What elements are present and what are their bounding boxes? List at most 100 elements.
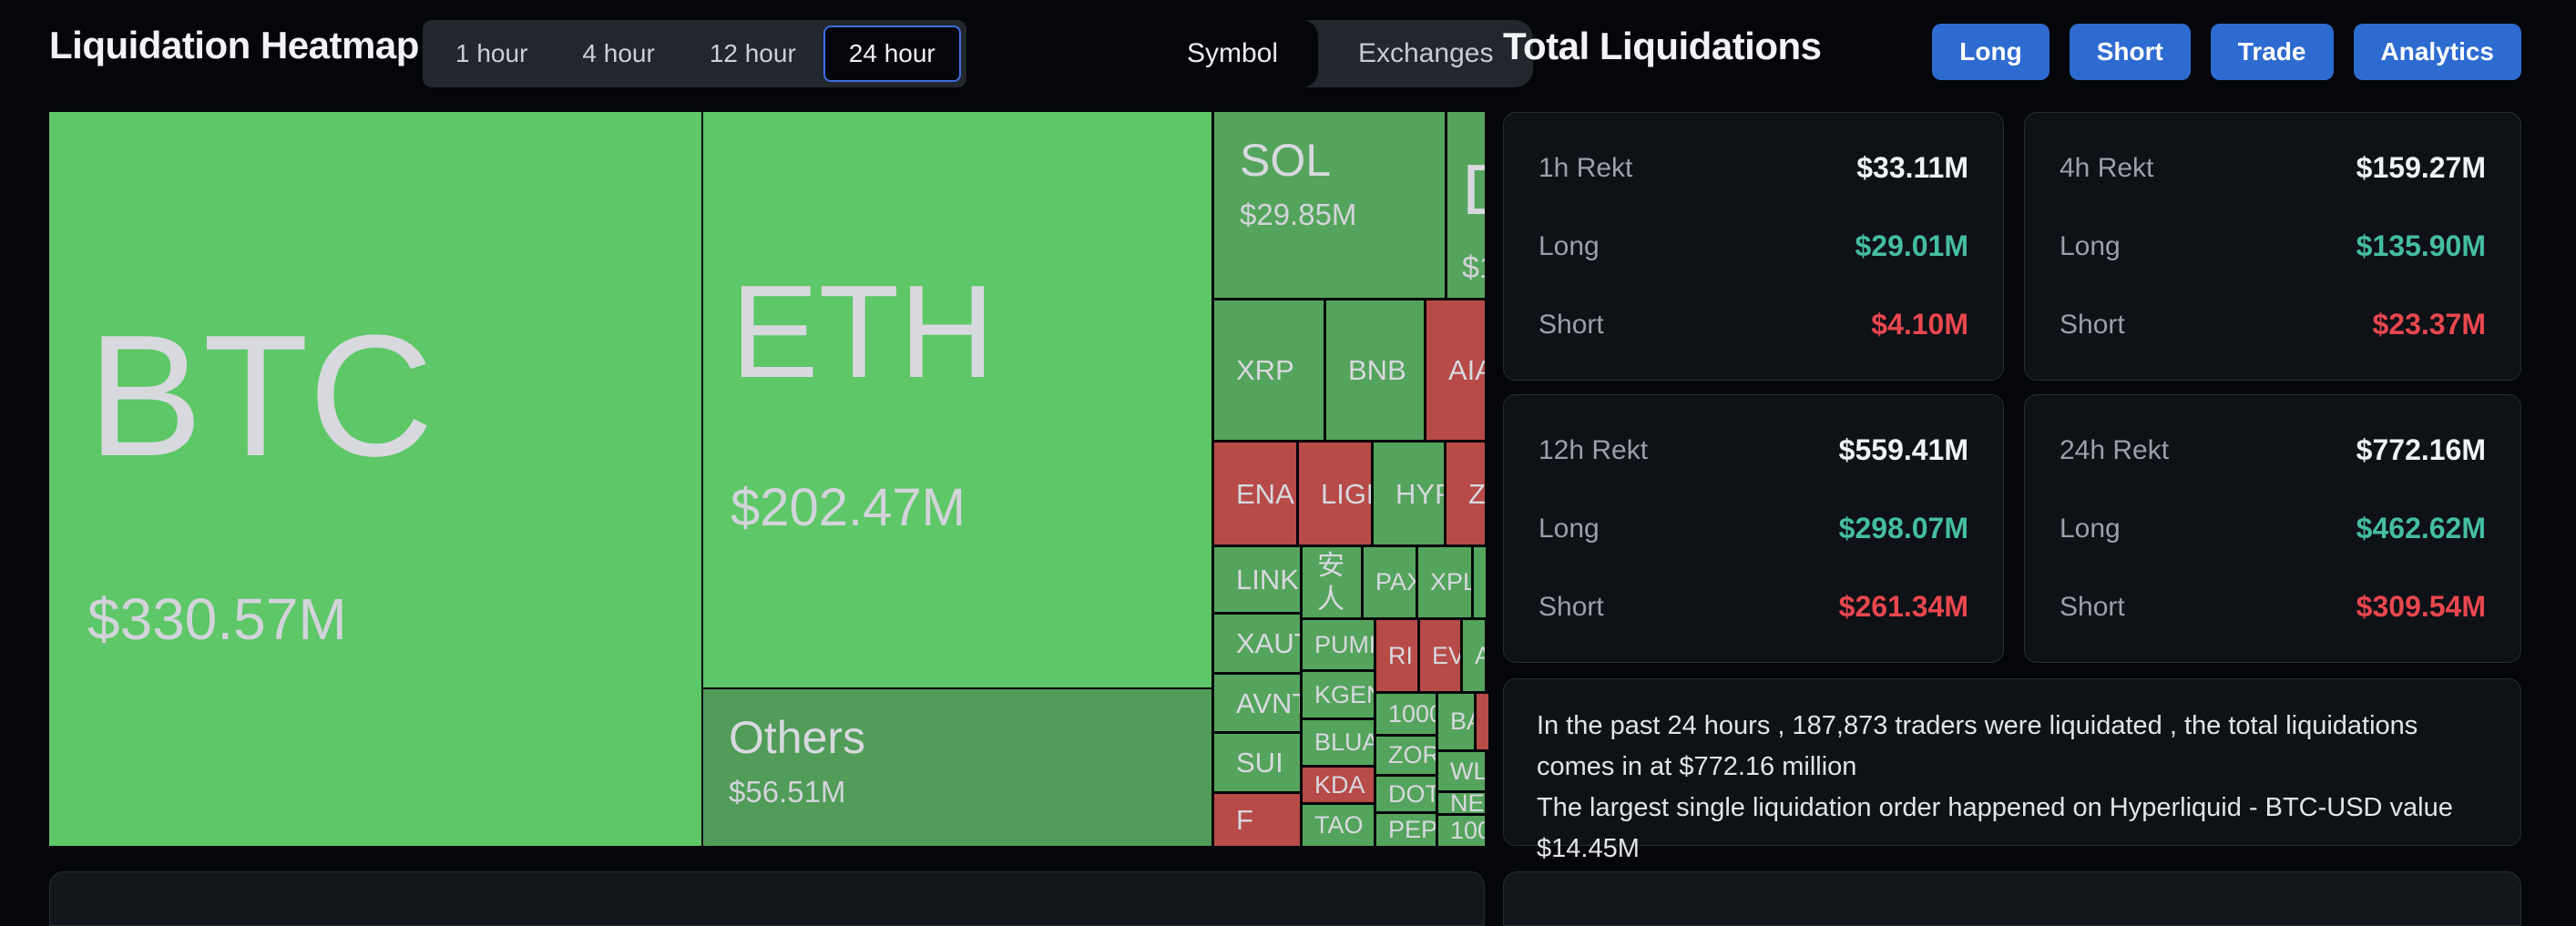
tab-12-hour[interactable]: 12 hour bbox=[682, 20, 823, 87]
tile-ena[interactable]: ENA bbox=[1214, 443, 1296, 544]
total-value: $559.41M bbox=[1838, 433, 1968, 466]
tab-4-hour[interactable]: 4 hour bbox=[555, 20, 681, 87]
tile-others[interactable]: Others $56.51M bbox=[703, 689, 1211, 846]
short-row: Short $309.54M bbox=[2060, 590, 2486, 624]
tile-pump[interactable]: PUMP bbox=[1303, 620, 1374, 669]
tile-ba[interactable]: BA bbox=[1438, 694, 1474, 749]
tile-d[interactable]: D $1 bbox=[1447, 112, 1485, 298]
period-label: 1h Rekt bbox=[1538, 152, 1633, 183]
tile-100[interactable]: 100 bbox=[1438, 816, 1485, 846]
tile-symbol-label: BLUA bbox=[1314, 728, 1374, 756]
tile-tao[interactable]: TAO bbox=[1303, 805, 1374, 846]
tile-f[interactable]: F bbox=[1214, 794, 1300, 846]
rekt-card-12h: 12h Rekt $559.41M Long $298.07M Short $261.34… bbox=[1503, 394, 2004, 663]
tile-blua[interactable]: BLUA bbox=[1303, 720, 1374, 765]
tile-value-label: $56.51M bbox=[729, 775, 846, 809]
rekt-card-4h: 4h Rekt $159.27M Long $135.90M Short $23.37M bbox=[2024, 112, 2521, 381]
rekt-stats-grid: 1h Rekt $33.11M Long $29.01M Short $4.10M 4h R… bbox=[1503, 112, 2521, 663]
tile-symbol-label: ETH bbox=[731, 257, 995, 405]
tile-symbol-label: RI bbox=[1388, 641, 1413, 669]
tile-symbol-label: F bbox=[1236, 804, 1253, 836]
tile-dot[interactable]: DOT bbox=[1376, 777, 1436, 811]
tile-symbol-label: KDA bbox=[1314, 770, 1365, 799]
long-value: $462.62M bbox=[2356, 512, 2486, 544]
tile-zor[interactable]: ZOR bbox=[1376, 737, 1436, 774]
tile-value-label: $202.47M bbox=[731, 477, 966, 537]
tile-pep[interactable]: PEP bbox=[1376, 814, 1436, 846]
toggle-symbol[interactable]: Symbol bbox=[1147, 20, 1319, 87]
long-row: Long $135.90M bbox=[2060, 229, 2486, 263]
tile-sliver[interactable] bbox=[1477, 694, 1488, 749]
toggle-exchanges[interactable]: Exchanges bbox=[1318, 20, 1533, 87]
short-value: $23.37M bbox=[2372, 308, 2486, 341]
symbol-exchanges-toggle: Symbol Exchanges bbox=[1147, 20, 1534, 87]
tile-安-人[interactable]: 安 人 bbox=[1303, 547, 1361, 617]
tile-link[interactable]: LINK bbox=[1214, 547, 1300, 612]
tile-symbol-label: WL bbox=[1450, 757, 1485, 785]
tile-kgen[interactable]: KGEN bbox=[1303, 672, 1374, 717]
tile-xpl[interactable]: XPL bbox=[1418, 547, 1471, 617]
tile-symbol-label: TAO bbox=[1314, 811, 1364, 839]
tile-btc[interactable]: BTC $330.57M bbox=[49, 112, 701, 846]
short-label: Short bbox=[2060, 591, 2125, 622]
liquidation-treemap: BTC $330.57M ETH $202.47M Others $56.51M SOL $2… bbox=[49, 112, 1488, 846]
tile-value-label: $330.57M bbox=[87, 586, 347, 652]
rekt-card-24h: 24h Rekt $772.16M Long $462.62M Short $309.54… bbox=[2024, 394, 2521, 663]
total-value: $33.11M bbox=[1856, 151, 1968, 184]
tile-symbol-label: XAUT bbox=[1236, 627, 1300, 659]
rekt-card-1h: 1h Rekt $33.11M Long $29.01M Short $4.10M bbox=[1503, 112, 2004, 381]
tile-ev[interactable]: EV bbox=[1420, 620, 1460, 691]
page-title: Liquidation Heatmap bbox=[49, 24, 419, 66]
tab-24-hour[interactable]: 24 hour bbox=[823, 25, 961, 82]
total-value: $159.27M bbox=[2356, 151, 2486, 184]
tile-symbol-label: PAX bbox=[1375, 568, 1416, 595]
long-value: $298.07M bbox=[1838, 512, 1968, 544]
tile-sliver[interactable] bbox=[1474, 547, 1486, 617]
tile-symbol-label: AVNT bbox=[1236, 687, 1300, 719]
short-button[interactable]: Short bbox=[2069, 24, 2191, 80]
long-value: $29.01M bbox=[1855, 229, 1968, 262]
tile-symbol-label: ZE bbox=[1468, 477, 1485, 510]
tile-xaut[interactable]: XAUT bbox=[1214, 615, 1300, 672]
total-value: $772.16M bbox=[2356, 433, 2486, 466]
long-row: Long $462.62M bbox=[2060, 512, 2486, 545]
tile-symbol-label: BNB bbox=[1348, 354, 1406, 386]
tile-ne[interactable]: NE bbox=[1438, 793, 1485, 813]
tile-symbol-label: XRP bbox=[1236, 354, 1294, 386]
tile-symbol-label: ENA bbox=[1236, 477, 1294, 510]
tile-ze[interactable]: ZE bbox=[1446, 443, 1485, 544]
long-label: Long bbox=[1538, 513, 1600, 544]
tile-value-label: $29.85M bbox=[1240, 198, 1357, 231]
long-row: Long $298.07M bbox=[1538, 512, 1968, 545]
tile-xrp[interactable]: XRP bbox=[1214, 300, 1324, 440]
long-label: Long bbox=[1538, 230, 1600, 261]
short-label: Short bbox=[1538, 591, 1604, 622]
analytics-button[interactable]: Analytics bbox=[2353, 24, 2521, 80]
tile-sol[interactable]: SOL $29.85M bbox=[1214, 112, 1445, 298]
tile-light[interactable]: LIGHT bbox=[1299, 443, 1371, 544]
short-value: $309.54M bbox=[2356, 590, 2486, 623]
tile-wl[interactable]: WL bbox=[1438, 752, 1485, 790]
tile-bnb[interactable]: BNB bbox=[1326, 300, 1424, 440]
tile-value-label: $1 bbox=[1462, 250, 1485, 285]
tile-symbol-label: 100 bbox=[1450, 817, 1485, 844]
short-row: Short $4.10M bbox=[1538, 308, 1968, 341]
tile-ri[interactable]: RI bbox=[1376, 620, 1417, 691]
tile-hype[interactable]: HYPE bbox=[1374, 443, 1444, 544]
tile-kda[interactable]: KDA bbox=[1303, 768, 1374, 802]
tile-aia[interactable]: AIA bbox=[1426, 300, 1485, 440]
tile-pax[interactable]: PAX bbox=[1364, 547, 1416, 617]
tab-1-hour[interactable]: 1 hour bbox=[428, 20, 555, 87]
tile-avnt[interactable]: AVNT bbox=[1214, 675, 1300, 731]
tile-1000[interactable]: 1000 bbox=[1376, 694, 1436, 734]
long-label: Long bbox=[2060, 230, 2121, 261]
long-label: Long bbox=[2060, 513, 2121, 544]
bottom-panel-left-edge bbox=[49, 871, 1485, 926]
tile-eth[interactable]: ETH $202.47M bbox=[703, 112, 1211, 687]
period-row: 12h Rekt $559.41M bbox=[1538, 433, 1968, 467]
trade-button[interactable]: Trade bbox=[2210, 24, 2334, 80]
tile-a[interactable]: A bbox=[1463, 620, 1485, 691]
tile-sui[interactable]: SUI bbox=[1214, 734, 1300, 791]
long-button[interactable]: Long bbox=[1932, 24, 2050, 80]
tile-symbol-label: DOT bbox=[1388, 779, 1436, 808]
